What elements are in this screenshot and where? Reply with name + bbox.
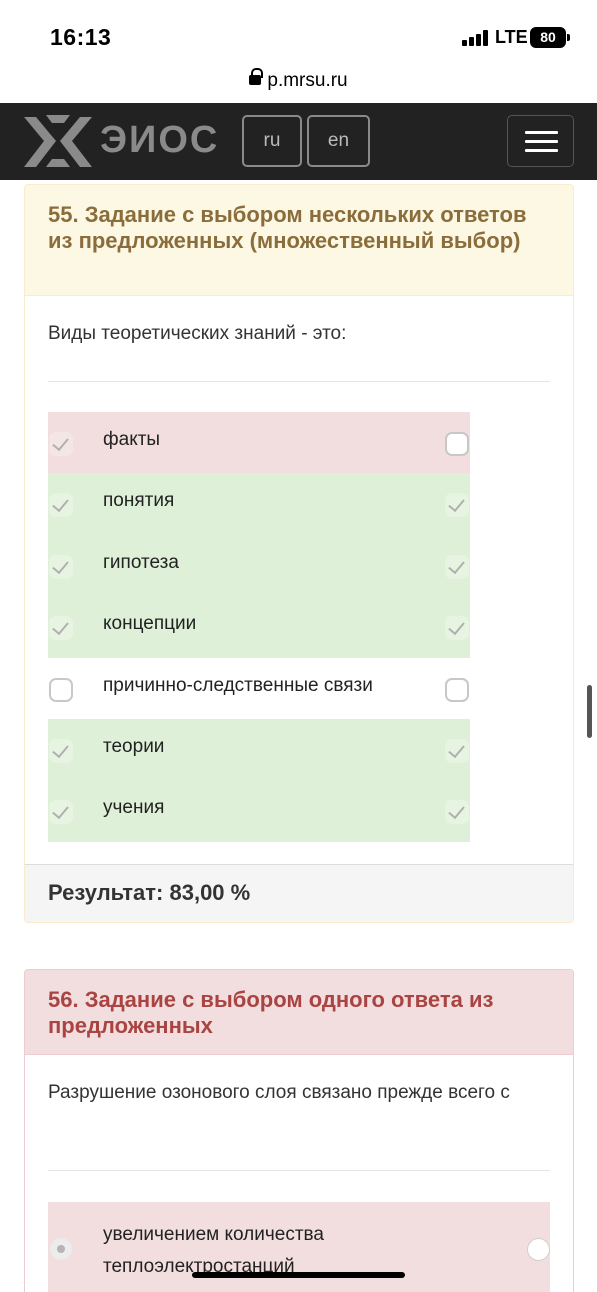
menu-toggle-button[interactable] (507, 115, 574, 167)
correct-answer-checkbox (445, 800, 469, 825)
question-55-footer: Результат: 83,00 % (25, 864, 573, 922)
question-55-header: 55. Задание с выбором нескольких ответов… (25, 185, 573, 296)
option-row: гипотеза (48, 534, 470, 597)
option-row: концепции (48, 596, 470, 658)
option-row: причинно-следственные связи (48, 658, 470, 719)
correct-answer-checkbox (445, 738, 469, 763)
url-text: p.mrsu.ru (267, 70, 348, 91)
hamburger-icon (525, 131, 558, 134)
question-55-text: Виды теоретических знаний - это: (48, 323, 347, 344)
option-label: факты (103, 429, 161, 450)
option-label: концепции (103, 613, 197, 635)
question-55-options: факты понятия гипотеза концепции причинн… (48, 412, 470, 842)
divider (48, 381, 550, 382)
option-row: факты (48, 412, 470, 474)
user-answer-checkbox (49, 493, 73, 518)
option-row: увеличением количества теплоэлектростанц… (48, 1202, 550, 1292)
status-bar: 16:13 LTE 80 (0, 0, 597, 70)
correct-answer-checkbox (445, 677, 469, 702)
navbar: ЭИОС ru en (0, 103, 597, 180)
address-bar[interactable]: p.mrsu.ru (0, 68, 597, 102)
user-answer-checkbox (49, 738, 73, 763)
correct-answer-checkbox (445, 432, 469, 456)
user-answer-checkbox (49, 677, 73, 702)
question-56-header: 56. Задание с выбором одного ответа из п… (25, 970, 573, 1055)
scrollbar[interactable] (587, 685, 592, 738)
correct-answer-radio (527, 1238, 550, 1261)
correct-answer-checkbox (445, 493, 469, 518)
option-label: учения (103, 797, 165, 819)
user-answer-radio (50, 1238, 72, 1260)
divider (48, 1170, 550, 1171)
battery-icon: 80 (530, 27, 566, 48)
option-row: понятия (48, 473, 470, 535)
option-label: понятия (103, 490, 175, 512)
network-type: LTE (495, 27, 528, 47)
question-55-panel: 55. Задание с выбором нескольких ответов… (24, 184, 574, 923)
user-answer-checkbox (49, 432, 73, 456)
hamburger-icon-bar (525, 140, 558, 143)
user-answer-checkbox (49, 616, 73, 641)
option-row: учения (48, 780, 470, 842)
hamburger-icon-bar (525, 149, 558, 152)
question-55-title: 55. Задание с выбором нескольких ответов… (48, 202, 527, 253)
lock-icon (249, 68, 264, 86)
option-label: гипотеза (103, 551, 179, 573)
signal-icon (462, 30, 490, 46)
correct-answer-checkbox (445, 554, 469, 579)
home-indicator[interactable] (192, 1272, 405, 1278)
lang-ru-button[interactable]: ru (242, 115, 302, 167)
logo-icon[interactable] (22, 111, 94, 171)
correct-answer-checkbox (445, 616, 469, 641)
logo-text[interactable]: ЭИОС (100, 119, 219, 162)
user-answer-checkbox (49, 800, 73, 825)
option-row: теории (48, 718, 470, 781)
clock: 16:13 (50, 24, 112, 50)
battery-tip (567, 34, 570, 41)
option-label: причинно-следственные связи (103, 674, 373, 696)
user-answer-checkbox (49, 554, 73, 579)
option-label: теории (103, 735, 165, 757)
lang-en-button[interactable]: en (307, 115, 370, 167)
question-56-text: Разрушение озонового слоя связано прежде… (48, 1082, 510, 1103)
question-56-title: 56. Задание с выбором одного ответа из п… (48, 987, 494, 1038)
question-56-panel: 56. Задание с выбором одного ответа из п… (24, 969, 574, 1292)
result-score: Результат: 83,00 % (48, 880, 251, 905)
